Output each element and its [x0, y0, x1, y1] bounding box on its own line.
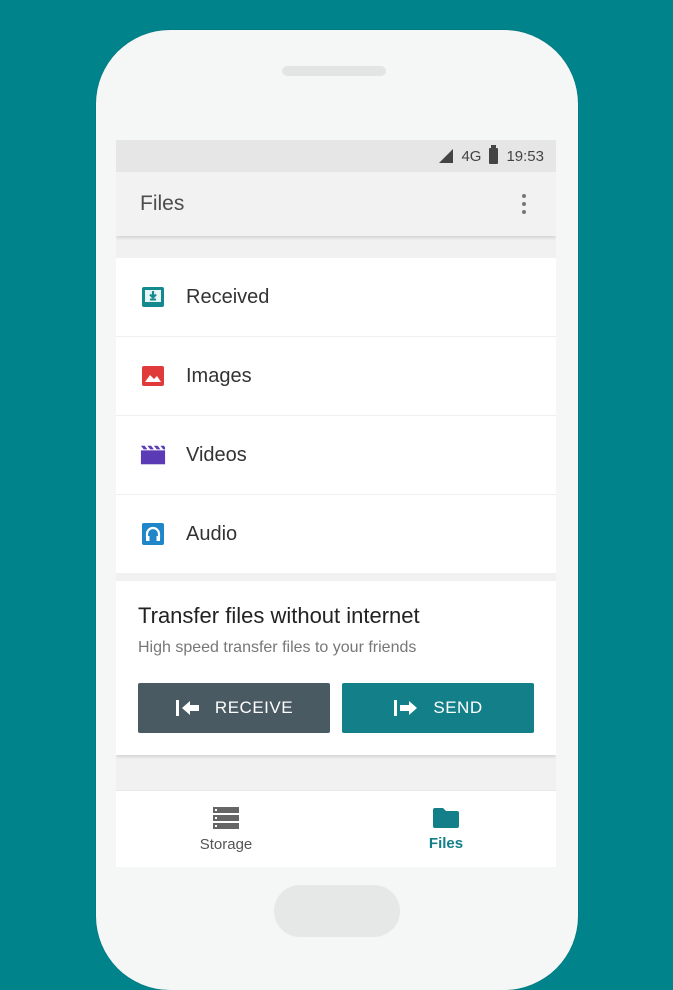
clapperboard-icon: [140, 444, 166, 466]
send-label: SEND: [433, 698, 483, 717]
category-item-received[interactable]: Received: [116, 258, 556, 337]
nav-label: Files: [428, 834, 464, 852]
status-bar: 4G 19:53: [116, 140, 556, 172]
screen: 4G 19:53 Files Received Images Videos Au…: [116, 140, 556, 867]
phone-speaker: [282, 66, 386, 76]
transfer-buttons: RECEIVE SEND: [138, 683, 534, 733]
category-label: Audio: [186, 522, 238, 545]
app-bar: Files: [116, 172, 556, 236]
download-tray-icon: [140, 286, 166, 308]
phone-frame: 4G 19:53 Files Received Images Videos Au…: [96, 30, 578, 990]
category-list: Received Images Videos Audio: [116, 258, 556, 573]
signal-icon: [439, 149, 454, 163]
send-arrow-icon: [394, 700, 418, 716]
receive-label: RECEIVE: [214, 698, 294, 717]
transfer-subtitle: High speed transfer files to your friend…: [138, 639, 417, 656]
nav-storage[interactable]: Storage: [116, 791, 336, 867]
category-item-images[interactable]: Images: [116, 337, 556, 416]
category-label: Images: [186, 364, 252, 387]
battery-icon: [489, 145, 499, 164]
receive-arrow-icon: [175, 700, 199, 716]
more-options-icon[interactable]: [516, 188, 532, 220]
receive-button[interactable]: RECEIVE: [138, 683, 330, 733]
network-type: 4G: [461, 147, 482, 165]
home-button[interactable]: [274, 885, 400, 937]
transfer-card: Transfer files without internet High spe…: [116, 581, 556, 755]
category-item-videos[interactable]: Videos: [116, 416, 556, 495]
bottom-navigation: Storage Files: [116, 790, 556, 867]
transfer-title: Transfer files without internet: [138, 603, 420, 628]
folder-icon: [433, 807, 459, 828]
storage-icon: [213, 806, 239, 829]
category-label: Videos: [186, 443, 247, 466]
send-button[interactable]: SEND: [342, 683, 534, 733]
image-icon: [140, 365, 166, 387]
headphones-icon: [140, 523, 166, 545]
nav-label: Storage: [199, 835, 253, 853]
page-title: Files: [140, 192, 185, 215]
category-label: Received: [186, 285, 270, 308]
clock: 19:53: [506, 147, 544, 165]
category-item-audio[interactable]: Audio: [116, 495, 556, 573]
nav-files[interactable]: Files: [336, 791, 556, 867]
